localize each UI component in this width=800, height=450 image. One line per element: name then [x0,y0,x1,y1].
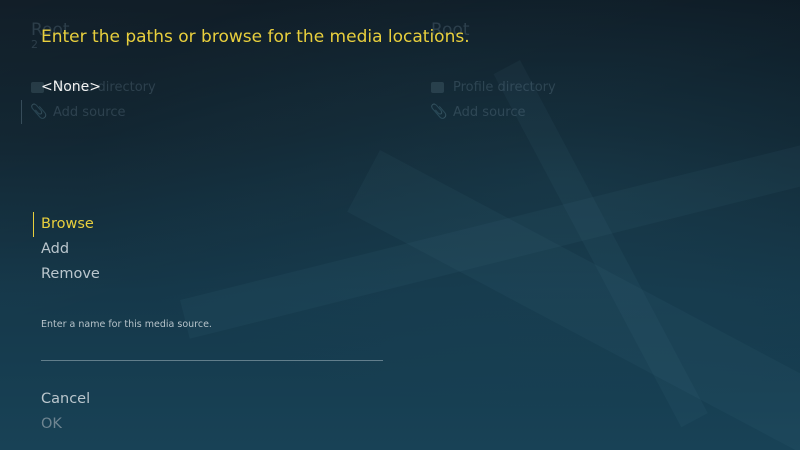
focus-indicator [33,212,34,237]
remove-button[interactable]: Remove [41,266,100,282]
background-left-subtitle: 2 [31,38,38,51]
paperclip-icon: 📎 [30,104,48,120]
background-right-item-add-source: Add source [453,105,526,120]
ok-button[interactable]: OK [41,416,62,432]
background-left-item-add-source: Add source [53,105,126,120]
source-name-label: Enter a name for this media source. [41,319,212,330]
path-list-item[interactable]: <None> [41,79,101,95]
add-button[interactable]: Add [41,241,69,257]
cancel-button[interactable]: Cancel [41,391,90,407]
dialog-title: Enter the paths or browse for the media … [41,27,470,47]
paperclip-icon: 📎 [430,104,448,120]
source-name-input[interactable] [41,333,383,361]
background-right-item-profile: Profile directory [453,80,556,95]
folder-icon [431,82,444,93]
browse-button[interactable]: Browse [41,216,94,232]
background-left-focus-bar [21,100,22,124]
